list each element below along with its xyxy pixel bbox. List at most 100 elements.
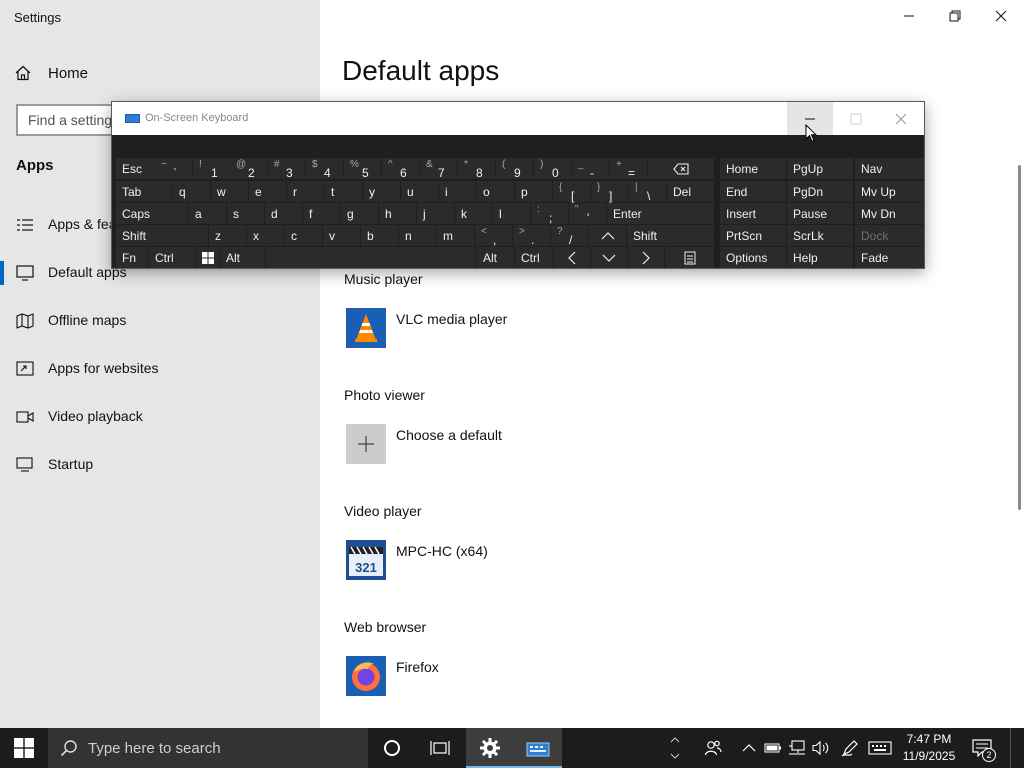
key-enter[interactable]: Enter: [607, 203, 714, 224]
key-symbol[interactable]: ? /: [551, 225, 588, 247]
pen-workspace-button[interactable]: [838, 728, 862, 768]
key-symbol[interactable]: :;: [531, 203, 568, 225]
key-help[interactable]: Help: [787, 247, 853, 268]
key-j[interactable]: j: [417, 203, 454, 224]
key-alt[interactable]: Alt: [477, 247, 514, 268]
key-home[interactable]: Home: [720, 158, 786, 179]
key-6[interactable]: ^ 6: [382, 158, 419, 180]
key-symbol[interactable]: + =: [610, 158, 647, 180]
key-options[interactable]: Options: [720, 247, 786, 268]
key-ctrl[interactable]: Ctrl: [515, 247, 553, 268]
key-fn[interactable]: Fn: [116, 247, 148, 268]
key-3[interactable]: #3: [268, 158, 305, 180]
key-arrow-down[interactable]: [591, 247, 627, 268]
key-scrlk[interactable]: ScrLk: [787, 225, 853, 246]
key-symbol[interactable]: >.: [513, 225, 550, 247]
key-o[interactable]: o: [477, 181, 514, 202]
key-symbol[interactable]: | \: [629, 181, 666, 203]
key-backspace[interactable]: [648, 158, 714, 179]
cortana-button[interactable]: [368, 728, 416, 768]
key-mv-dn[interactable]: Mv Dn: [855, 203, 924, 224]
key-end[interactable]: End: [720, 181, 786, 202]
osk-close-button[interactable]: [878, 102, 924, 135]
key-alt[interactable]: Alt: [220, 247, 265, 268]
taskbar-scroll-arrows[interactable]: [668, 728, 682, 768]
key-symbol[interactable]: {[: [553, 181, 590, 203]
key-4[interactable]: $4: [306, 158, 343, 180]
key-h[interactable]: h: [379, 203, 416, 224]
photo-viewer-app-button[interactable]: Choose a default: [346, 424, 502, 464]
osk-title-bar[interactable]: On-Screen Keyboard: [112, 102, 924, 135]
task-view-button[interactable]: [416, 728, 464, 768]
key-t[interactable]: t: [325, 181, 362, 202]
key-tab[interactable]: Tab: [116, 181, 172, 202]
key-a[interactable]: a: [189, 203, 226, 224]
volume-tray-icon[interactable]: [810, 728, 832, 768]
key-windows-key[interactable]: [197, 247, 219, 268]
key-c[interactable]: c: [285, 225, 322, 246]
main-scrollbar[interactable]: [1018, 165, 1021, 510]
key-insert[interactable]: Insert: [720, 203, 786, 224]
key-s[interactable]: s: [227, 203, 264, 224]
key-7[interactable]: & 7: [420, 158, 457, 180]
show-desktop-button[interactable]: [1010, 728, 1024, 768]
key-q[interactable]: q: [173, 181, 210, 202]
key-shift[interactable]: Shift: [627, 225, 714, 246]
key-i[interactable]: i: [439, 181, 476, 202]
key-k[interactable]: k: [455, 203, 492, 224]
battery-tray-icon[interactable]: [762, 728, 784, 768]
network-tray-icon[interactable]: [786, 728, 808, 768]
taskbar-search-box[interactable]: Type here to search: [48, 728, 368, 768]
key-symbol[interactable]: <,: [475, 225, 512, 247]
music-player-app-button[interactable]: VLC media player: [346, 308, 507, 348]
key-prtscn[interactable]: PrtScn: [720, 225, 786, 246]
home-nav-item[interactable]: Home: [14, 60, 88, 86]
key-g[interactable]: g: [341, 203, 378, 224]
key-pgup[interactable]: PgUp: [787, 158, 853, 179]
restore-button[interactable]: [932, 0, 978, 32]
minimize-button[interactable]: [886, 0, 932, 32]
key-2[interactable]: @2: [230, 158, 267, 180]
key-v[interactable]: v: [323, 225, 360, 246]
show-hidden-icons-button[interactable]: [738, 728, 760, 768]
key-x[interactable]: x: [247, 225, 284, 246]
key-n[interactable]: n: [399, 225, 436, 246]
sidebar-item-video-playback[interactable]: Video playback: [0, 397, 320, 437]
key-esc[interactable]: Esc: [116, 158, 155, 179]
web-browser-app-button[interactable]: Firefox: [346, 656, 439, 696]
key-ctrl[interactable]: Ctrl: [149, 247, 196, 268]
key-9[interactable]: (9: [496, 158, 533, 180]
key-space[interactable]: [266, 247, 476, 268]
sidebar-item-apps-for-websites[interactable]: Apps for websites: [0, 349, 320, 389]
key-8[interactable]: * 8: [458, 158, 495, 180]
key-symbol[interactable]: }]: [591, 181, 628, 203]
key-l[interactable]: l: [493, 203, 530, 224]
key-m[interactable]: m: [437, 225, 474, 246]
key-b[interactable]: b: [361, 225, 398, 246]
osk-maximize-button[interactable]: [833, 102, 879, 135]
close-button[interactable]: [978, 0, 1024, 32]
key-fade[interactable]: Fade: [855, 247, 924, 268]
key-symbol[interactable]: _ -: [572, 158, 609, 180]
key-u[interactable]: u: [401, 181, 438, 202]
key-pgdn[interactable]: PgDn: [787, 181, 853, 202]
key-menu-key[interactable]: [665, 247, 714, 268]
key-del[interactable]: Del: [667, 181, 714, 202]
key-nav[interactable]: Nav: [855, 158, 924, 179]
key-z[interactable]: z: [209, 225, 246, 246]
sidebar-item-startup[interactable]: Startup: [0, 445, 320, 485]
key-e[interactable]: e: [249, 181, 286, 202]
key-0[interactable]: ) 0: [534, 158, 571, 180]
key-5[interactable]: % 5: [344, 158, 381, 180]
start-button[interactable]: [0, 728, 48, 768]
people-button[interactable]: [696, 728, 730, 768]
key-w[interactable]: w: [211, 181, 248, 202]
key-mv-up[interactable]: Mv Up: [855, 181, 924, 202]
key-symbol[interactable]: ~ `: [155, 158, 192, 180]
key-p[interactable]: p: [515, 181, 552, 202]
video-player-app-button[interactable]: 321 MPC-HC (x64): [346, 540, 488, 580]
key-r[interactable]: r: [287, 181, 324, 202]
key-1[interactable]: ! 1: [193, 158, 230, 180]
key-arrow-left[interactable]: [554, 247, 590, 268]
key-d[interactable]: d: [265, 203, 302, 224]
